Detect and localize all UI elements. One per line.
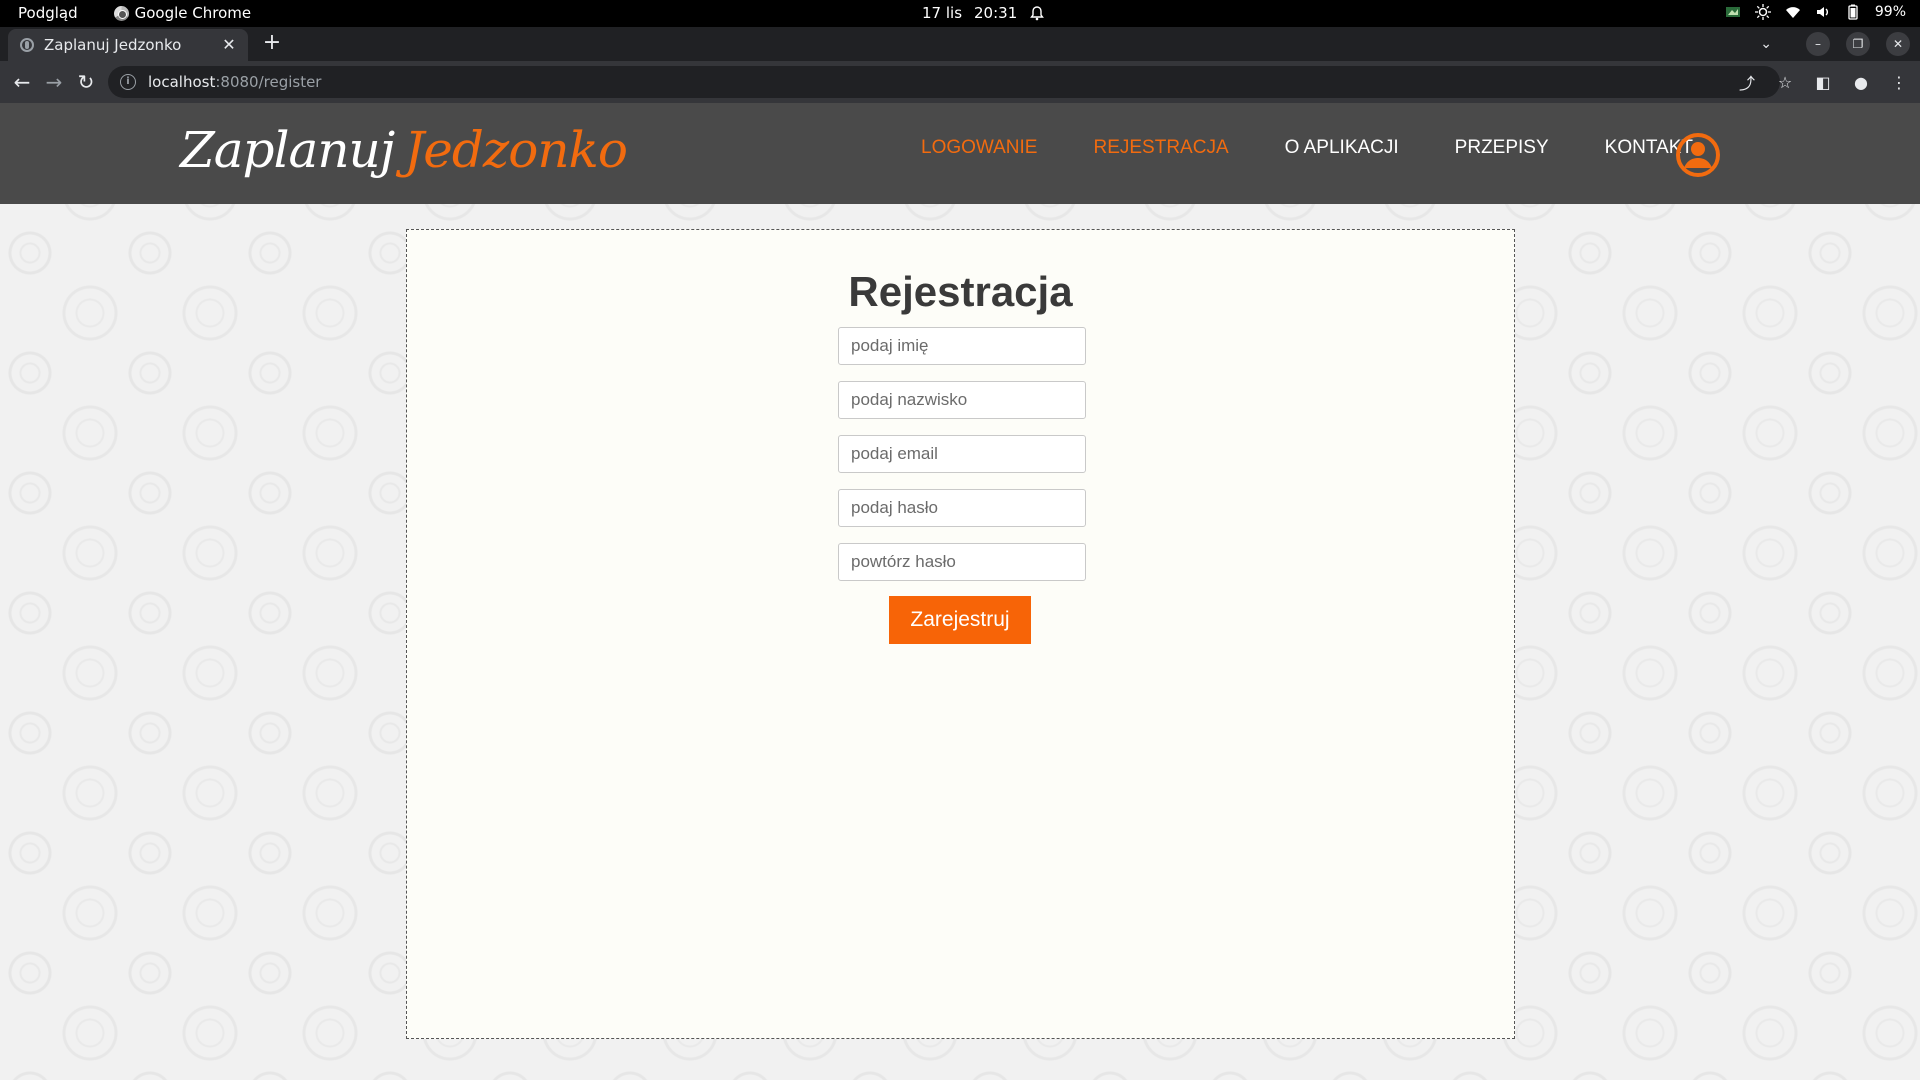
browser-toolbar: ← → ↻ i localhost:8080/register ⤴ ☆ ◧ ● …	[0, 61, 1920, 103]
clock-date: 17 lis	[922, 4, 963, 22]
register-button[interactable]: Zarejestruj	[889, 596, 1031, 644]
site-info-icon[interactable]: i	[120, 74, 136, 90]
clock-time: 20:31	[974, 4, 1018, 22]
restore-icon[interactable]: ❐	[1846, 32, 1870, 56]
nav-link-logowanie[interactable]: LOGOWANIE	[921, 137, 1037, 159]
forward-arrow-icon[interactable]: →	[42, 70, 66, 94]
tray-app-icon[interactable]	[1725, 4, 1741, 20]
active-app-label: Google Chrome	[134, 4, 252, 22]
close-window-icon[interactable]: ✕	[1886, 32, 1910, 56]
os-top-bar: Podgląd Google Chrome 17 lis 20:31 99%	[0, 0, 1920, 27]
battery-percent: 99%	[1874, 4, 1906, 20]
app-menu[interactable]: Podgląd	[18, 4, 78, 22]
active-app[interactable]: Google Chrome	[113, 4, 252, 22]
logo-part-2: Jedzonko	[404, 121, 628, 179]
clock[interactable]: 17 lis 20:31	[922, 4, 1045, 22]
email-field[interactable]	[838, 435, 1086, 473]
page-title: Rejestracja	[848, 268, 1073, 315]
profile-icon[interactable]: ●	[1850, 73, 1872, 92]
wifi-icon[interactable]	[1785, 4, 1801, 20]
url-path: :8080/register	[215, 73, 322, 91]
battery-icon[interactable]	[1845, 4, 1861, 20]
password-field[interactable]	[838, 489, 1086, 527]
brightness-icon[interactable]	[1754, 4, 1771, 20]
tab-favicon-icon	[20, 38, 34, 52]
new-tab-plus-icon[interactable]: +	[260, 32, 284, 56]
browser-tab[interactable]: Zaplanuj Jedzonko ✕	[8, 29, 248, 61]
registration-form	[838, 327, 1086, 597]
share-icon[interactable]: ⤴	[1736, 70, 1758, 94]
nav-link-przepisy[interactable]: PRZEPISY	[1455, 137, 1549, 159]
volume-icon[interactable]	[1815, 4, 1831, 20]
nav-link-o-aplikacji[interactable]: O APLIKACJI	[1285, 137, 1399, 159]
first-name-field[interactable]	[838, 327, 1086, 365]
back-arrow-icon[interactable]: ←	[10, 70, 34, 94]
site-header: Zaplanuj Jedzonko LOGOWANIE REJESTRACJA O…	[0, 103, 1920, 204]
reload-icon[interactable]: ↻	[74, 70, 98, 94]
nav-link-rejestracja[interactable]: REJESTRACJA	[1093, 137, 1228, 159]
address-bar[interactable]: i localhost:8080/register	[108, 66, 1780, 98]
browser-tab-strip: Zaplanuj Jedzonko ✕ + ⌄ – ❐ ✕	[0, 27, 1920, 61]
side-panel-icon[interactable]: ◧	[1812, 73, 1834, 92]
url-host: localhost	[148, 73, 216, 91]
alarm-icon	[1030, 6, 1045, 21]
tab-title: Zaplanuj Jedzonko	[44, 36, 182, 54]
site-logo[interactable]: Zaplanuj Jedzonko	[180, 121, 628, 179]
tab-search-chevron-down-icon[interactable]: ⌄	[1760, 36, 1772, 52]
minimize-icon[interactable]: –	[1806, 32, 1830, 56]
repeat-password-field[interactable]	[838, 543, 1086, 581]
user-account-icon[interactable]	[1675, 132, 1721, 178]
logo-part-1: Zaplanuj	[180, 121, 395, 179]
bookmark-star-icon[interactable]: ☆	[1774, 73, 1796, 92]
page-viewport: Zaplanuj Jedzonko LOGOWANIE REJESTRACJA O…	[0, 103, 1920, 1080]
main-nav: LOGOWANIE REJESTRACJA O APLIKACJI PRZEPI…	[921, 137, 1693, 159]
registration-panel: Rejestracja Zarejestruj	[406, 229, 1515, 1039]
menu-kebab-icon[interactable]: ⋮	[1888, 73, 1910, 92]
last-name-field[interactable]	[838, 381, 1086, 419]
chrome-icon	[113, 5, 129, 21]
tab-close-icon[interactable]: ✕	[220, 36, 238, 54]
